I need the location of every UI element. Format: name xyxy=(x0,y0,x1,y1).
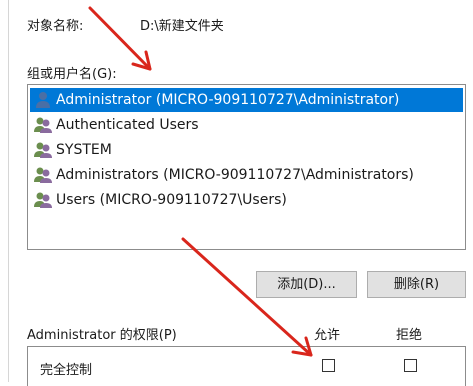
single-user-icon xyxy=(36,92,50,108)
object-name-row: 对象名称: D:\新建文件夹 xyxy=(27,13,457,34)
permissions-dialog: 对象名称: D:\新建文件夹 组或用户名(G): Administrator (… xyxy=(0,0,473,386)
list-item-label: SYSTEM xyxy=(56,142,112,158)
full-control-deny-checkbox[interactable] xyxy=(404,359,417,372)
list-item-administrators[interactable]: Administrators (MICRO-909110727\Administ… xyxy=(30,163,463,187)
user-group-icon xyxy=(34,192,52,208)
user-group-icon xyxy=(34,117,52,133)
object-name-value: D:\新建文件夹 xyxy=(140,19,224,34)
list-item-label: Authenticated Users xyxy=(56,117,199,133)
user-group-icon xyxy=(34,167,52,183)
permission-row-label: 完全控制 xyxy=(40,363,93,378)
list-item-system[interactable]: SYSTEM xyxy=(30,138,463,162)
group-user-listbox[interactable]: Administrator (MICRO-909110727\Administr… xyxy=(27,84,466,250)
permissions-title: Administrator 的权限(P) xyxy=(27,328,177,343)
full-control-allow-checkbox[interactable] xyxy=(322,359,335,372)
group-or-user-names-label: 组或用户名(G): xyxy=(27,67,117,82)
list-item-label: Users (MICRO-909110727\Users) xyxy=(56,192,287,208)
object-name-label: 对象名称: xyxy=(27,19,84,34)
deny-column-header: 拒绝 xyxy=(396,328,423,343)
permissions-table: 完全控制 xyxy=(27,346,466,386)
list-item-administrator[interactable]: Administrator (MICRO-909110727\Administr… xyxy=(30,88,463,112)
allow-column-header: 允许 xyxy=(314,328,341,343)
list-item-users[interactable]: Users (MICRO-909110727\Users) xyxy=(30,188,463,212)
remove-button[interactable]: 删除(R) xyxy=(367,271,466,298)
list-item-authenticated-users[interactable]: Authenticated Users xyxy=(30,113,463,137)
add-button[interactable]: 添加(D)... xyxy=(256,271,357,298)
list-item-label: Administrator (MICRO-909110727\Administr… xyxy=(56,92,400,108)
dialog-left-border xyxy=(8,0,9,382)
user-group-icon xyxy=(34,142,52,158)
list-item-label: Administrators (MICRO-909110727\Administ… xyxy=(56,167,414,183)
